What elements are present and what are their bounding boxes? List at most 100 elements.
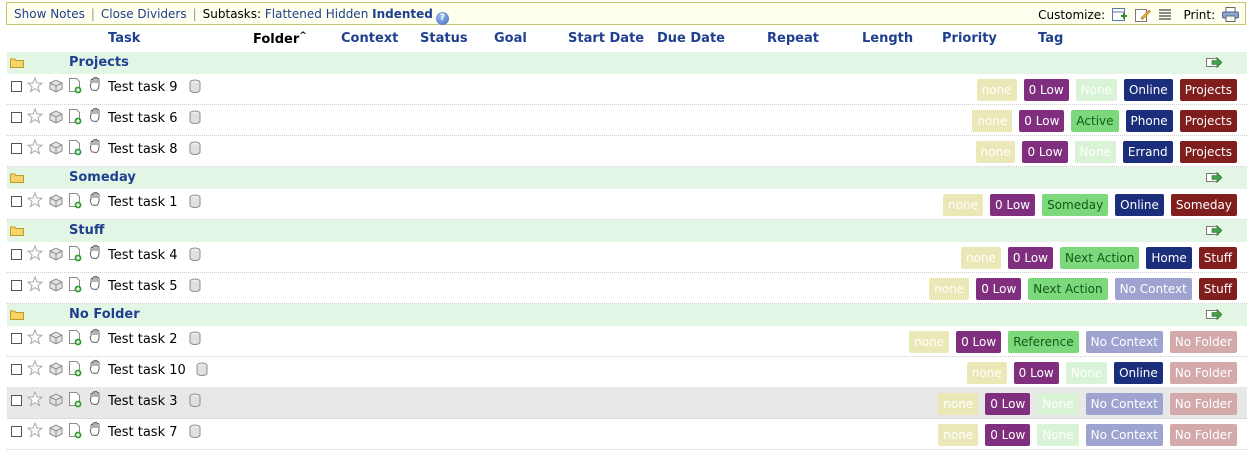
tag-folder[interactable]: No Folder [1169, 393, 1237, 415]
tag-status[interactable]: None [1075, 79, 1117, 101]
box-icon[interactable] [48, 246, 64, 261]
tag-folder[interactable]: Stuff [1198, 278, 1237, 300]
tag-status[interactable]: Next Action [1028, 278, 1108, 300]
drag-hand-icon[interactable] [88, 138, 103, 154]
tag-status[interactable]: Active [1071, 110, 1119, 132]
tag-priority-none[interactable]: none [966, 362, 1007, 384]
tag-status[interactable]: None [1074, 141, 1116, 163]
repeat-icon[interactable] [195, 362, 209, 376]
tag-status[interactable]: Reference [1008, 331, 1079, 353]
task-name[interactable]: Test task 5 [108, 279, 178, 294]
box-icon[interactable] [48, 193, 64, 208]
task-name[interactable]: Test task 3 [108, 394, 178, 409]
note-add-icon[interactable] [68, 108, 82, 125]
note-add-icon[interactable] [68, 139, 82, 156]
repeat-icon[interactable] [188, 194, 202, 208]
tag-priority-low[interactable]: 0 Low [985, 424, 1031, 446]
tag-priority-low[interactable]: 0 Low [956, 331, 1002, 353]
column-header-folder[interactable]: Folder^ [253, 31, 307, 47]
task-name[interactable]: Test task 8 [108, 142, 178, 157]
repeat-icon[interactable] [188, 331, 202, 345]
show-notes-link[interactable]: Show Notes [14, 7, 85, 21]
customize-edit-icon[interactable] [1134, 8, 1151, 22]
subtasks-hidden-link[interactable]: Hidden [326, 7, 369, 21]
tag-priority-none[interactable]: none [938, 424, 979, 446]
move-to-folder-icon[interactable] [1206, 56, 1223, 69]
repeat-icon[interactable] [188, 278, 202, 292]
star-icon[interactable] [26, 328, 44, 345]
tag-context[interactable]: Phone [1125, 110, 1173, 132]
tag-priority-low[interactable]: 0 Low [1013, 362, 1059, 384]
star-icon[interactable] [26, 244, 44, 261]
tag-priority-low[interactable]: 0 Low [1023, 79, 1069, 101]
box-icon[interactable] [48, 423, 64, 438]
tag-context[interactable]: No Context [1085, 331, 1163, 353]
column-header-due-date[interactable]: Due Date [657, 31, 725, 46]
drag-hand-icon[interactable] [88, 359, 103, 375]
subtasks-flattened-link[interactable]: Flattened [265, 7, 322, 21]
star-icon[interactable] [26, 107, 44, 124]
tag-folder[interactable]: Projects [1179, 110, 1237, 132]
task-name[interactable]: Test task 2 [108, 332, 178, 347]
customize-columns-icon[interactable] [1112, 8, 1128, 22]
tag-priority-low[interactable]: 0 Low [976, 278, 1022, 300]
tag-context[interactable]: Errand [1122, 141, 1173, 163]
tag-context[interactable]: No Context [1085, 393, 1163, 415]
tag-priority-none[interactable]: none [929, 278, 970, 300]
star-icon[interactable] [26, 138, 44, 155]
tag-priority-low[interactable]: 0 Low [1019, 110, 1065, 132]
move-to-folder-icon[interactable] [1206, 224, 1223, 237]
tag-priority-none[interactable]: none [943, 194, 983, 216]
repeat-icon[interactable] [188, 110, 202, 124]
tag-priority-low[interactable]: 0 Low [1022, 141, 1068, 163]
task-complete-checkbox[interactable] [11, 81, 22, 92]
tag-priority-none[interactable]: none [972, 110, 1013, 132]
drag-hand-icon[interactable] [88, 76, 103, 92]
tag-folder[interactable]: No Folder [1169, 424, 1237, 446]
column-header-task[interactable]: Task [108, 31, 140, 46]
tag-folder[interactable]: No Folder [1169, 331, 1237, 353]
box-icon[interactable] [48, 109, 64, 124]
tag-folder[interactable]: No Folder [1169, 362, 1237, 384]
task-complete-checkbox[interactable] [11, 426, 22, 437]
tag-folder[interactable]: Projects [1179, 79, 1237, 101]
box-icon[interactable] [48, 277, 64, 292]
tag-priority-none[interactable]: none [960, 247, 1001, 269]
tag-status[interactable]: Someday [1042, 194, 1109, 216]
repeat-icon[interactable] [188, 247, 202, 261]
note-add-icon[interactable] [68, 329, 82, 346]
repeat-icon[interactable] [188, 141, 202, 155]
note-add-icon[interactable] [68, 360, 82, 377]
repeat-icon[interactable] [188, 79, 202, 93]
box-icon[interactable] [48, 330, 64, 345]
tag-priority-none[interactable]: none [909, 331, 950, 353]
tag-status[interactable]: Next Action [1060, 247, 1140, 269]
drag-hand-icon[interactable] [88, 275, 103, 291]
task-name[interactable]: Test task 1 [108, 195, 178, 210]
printer-icon[interactable] [1222, 7, 1239, 22]
tag-status[interactable]: None [1037, 393, 1079, 415]
note-add-icon[interactable] [68, 422, 82, 439]
star-icon[interactable] [26, 191, 44, 208]
tag-context[interactable]: Online [1114, 362, 1163, 384]
customize-list-icon[interactable] [1158, 8, 1172, 22]
task-name[interactable]: Test task 10 [108, 363, 186, 378]
task-name[interactable]: Test task 4 [108, 248, 178, 263]
note-add-icon[interactable] [68, 276, 82, 293]
column-header-priority[interactable]: Priority [942, 31, 997, 46]
tag-priority-low[interactable]: 0 Low [1007, 247, 1053, 269]
task-complete-checkbox[interactable] [11, 280, 22, 291]
star-icon[interactable] [26, 76, 44, 93]
tag-context[interactable]: Online [1123, 79, 1173, 101]
box-icon[interactable] [48, 392, 64, 407]
column-header-repeat[interactable]: Repeat [767, 31, 819, 46]
task-complete-checkbox[interactable] [11, 395, 22, 406]
note-add-icon[interactable] [68, 245, 82, 262]
tag-priority-none[interactable]: none [976, 79, 1017, 101]
tag-context[interactable]: No Context [1114, 278, 1192, 300]
task-complete-checkbox[interactable] [11, 196, 22, 207]
star-icon[interactable] [26, 390, 44, 407]
move-to-folder-icon[interactable] [1206, 171, 1223, 184]
task-complete-checkbox[interactable] [11, 112, 22, 123]
task-name[interactable]: Test task 9 [108, 80, 178, 95]
